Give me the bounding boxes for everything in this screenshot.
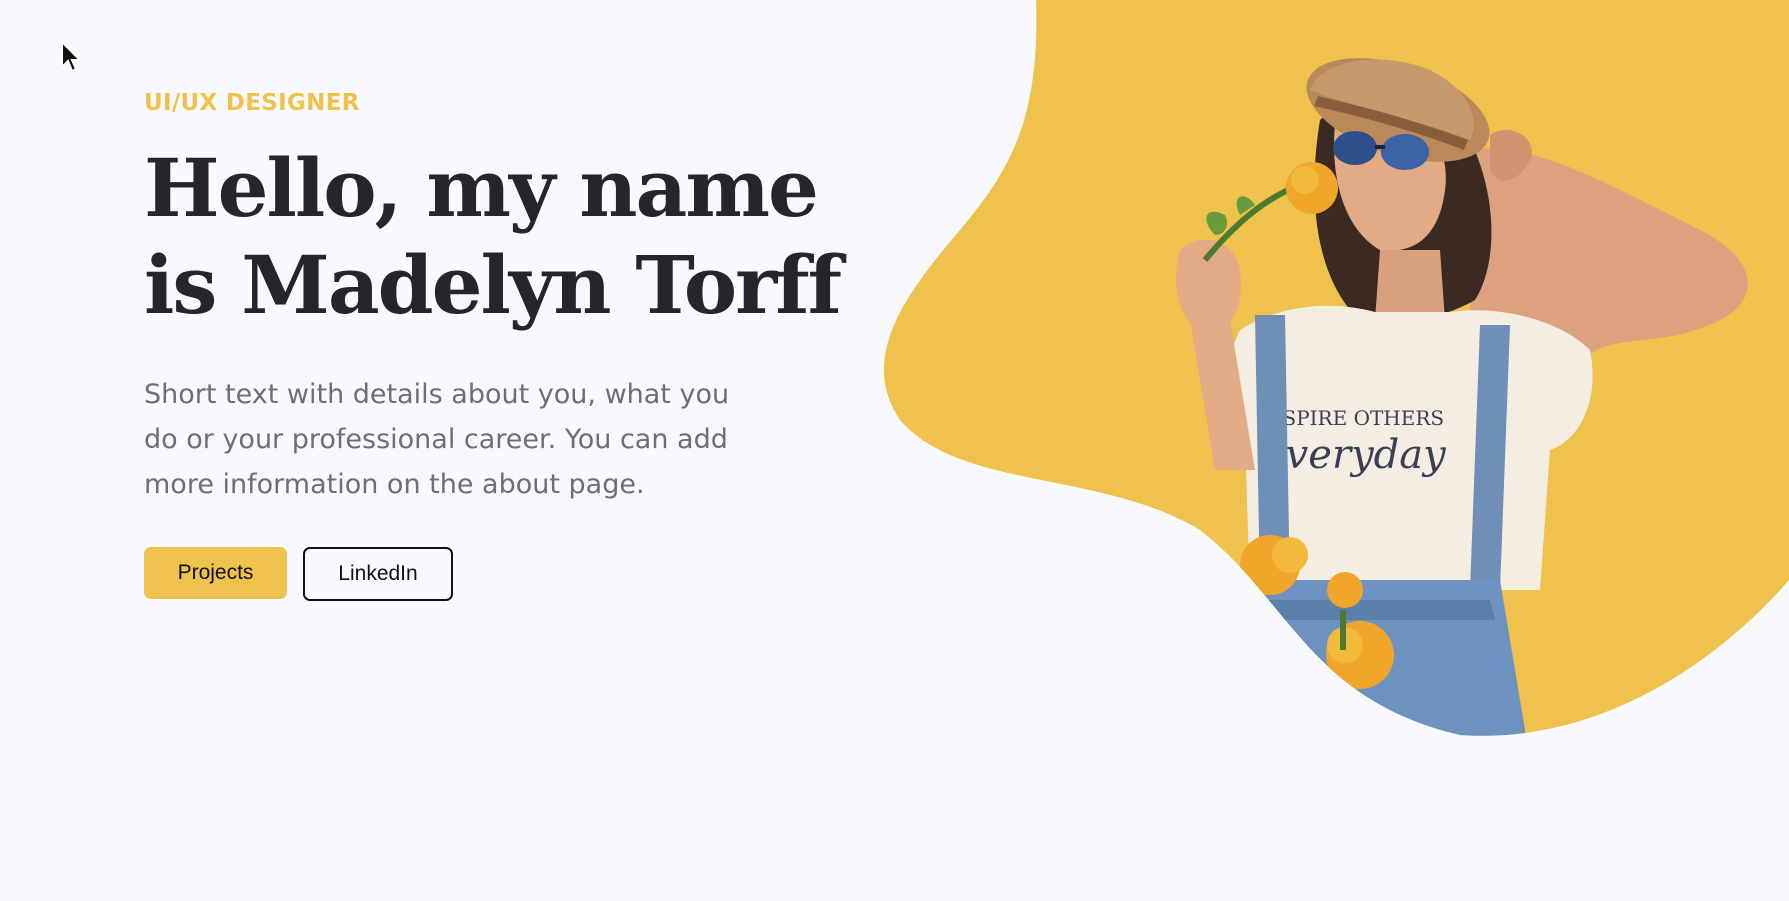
projects-button[interactable]: Projects [144,547,287,599]
shirt-print-line1: NSPIRE OTHERS [1265,406,1444,430]
hero-headline: Hello, my name is Madelyn Torff [144,140,842,334]
cursor-icon [61,40,82,73]
hero-intro: Short text with details about you, what … [144,379,730,500]
role-eyebrow: UI/UX DESIGNER [144,90,360,116]
hero-headline-line2: is Madelyn Torff [144,238,842,332]
linkedin-button[interactable]: LinkedIn [303,547,453,601]
shirt-print-line2: everyday [1262,432,1447,478]
hero-headline-line1: Hello, my name [144,141,819,235]
hero-section: UI/UX DESIGNER Hello, my name is Madelyn… [144,88,842,601]
cta-row: Projects LinkedIn [144,547,784,601]
